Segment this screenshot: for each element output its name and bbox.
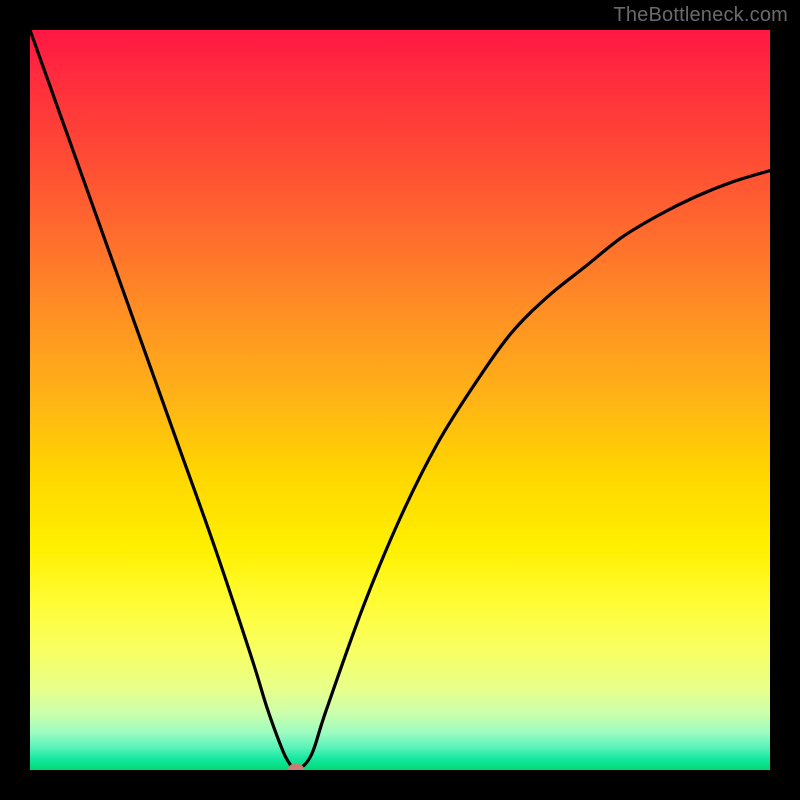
plot-area [30, 30, 770, 770]
optimal-point-marker [288, 764, 304, 770]
chart-frame: TheBottleneck.com [0, 0, 800, 800]
watermark-text: TheBottleneck.com [613, 4, 788, 27]
bottleneck-curve [30, 30, 770, 770]
